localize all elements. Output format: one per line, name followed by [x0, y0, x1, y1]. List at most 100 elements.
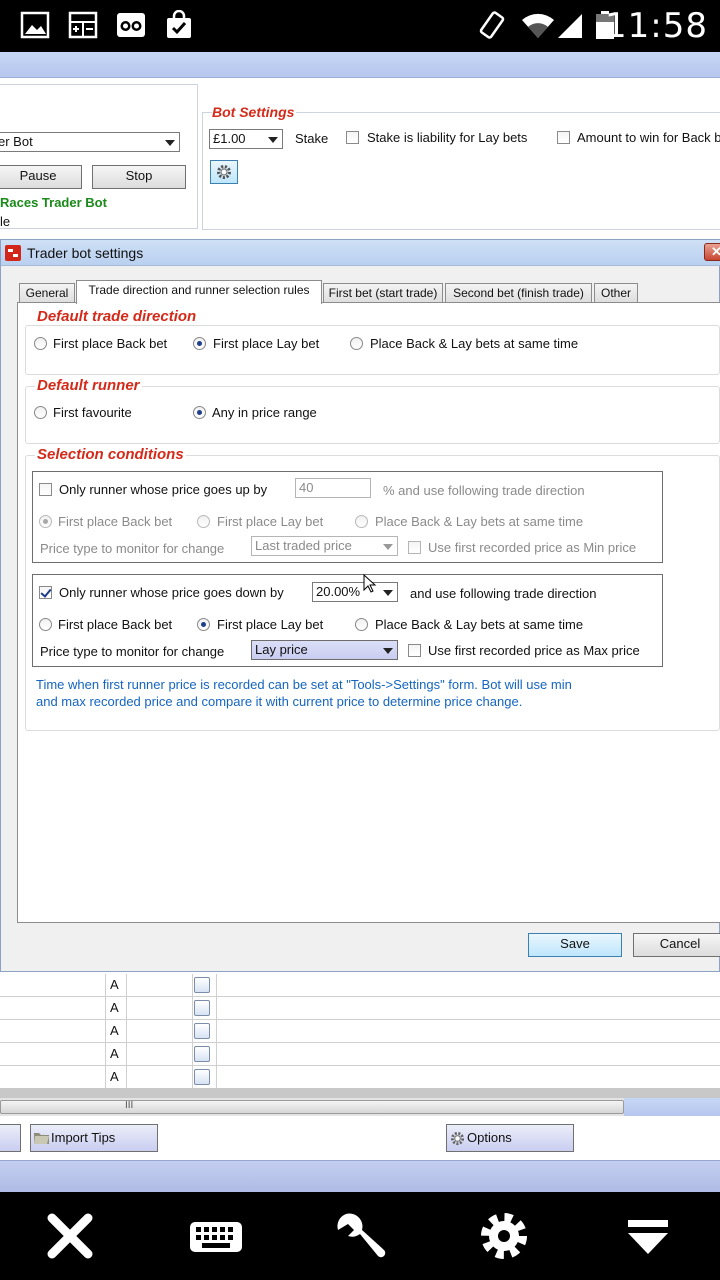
- grid-row-checkbox[interactable]: [194, 1046, 210, 1062]
- gear-icon[interactable]: [476, 1208, 532, 1264]
- tab-trade-direction[interactable]: Trade direction and runner selection rul…: [76, 280, 322, 304]
- grid-row-checkbox[interactable]: [194, 977, 210, 993]
- gallery-icon: [20, 11, 50, 39]
- selection-conditions-title: Selection conditions: [35, 446, 186, 463]
- grid-divider: [212, 1066, 217, 1089]
- grid-cell: [127, 974, 193, 997]
- default-back-radio[interactable]: [34, 337, 47, 350]
- save-button[interactable]: Save: [528, 933, 622, 957]
- down-both-radio[interactable]: [355, 618, 368, 631]
- runner-favourite-radio[interactable]: [34, 406, 47, 419]
- down-price-type-select[interactable]: Lay price: [251, 640, 398, 660]
- up-both-label: Place Back & Lay bets at same time: [375, 514, 584, 529]
- bottom-band: [0, 1160, 720, 1192]
- table-row[interactable]: A: [0, 997, 720, 1020]
- grid-cell: [0, 1020, 106, 1043]
- bot-control-panel: er Bot Pause Stop Races Trader Bot le: [0, 84, 198, 229]
- collapse-down-icon[interactable]: [620, 1208, 676, 1264]
- close-icon[interactable]: [42, 1208, 98, 1264]
- table-row[interactable]: A: [0, 1020, 720, 1043]
- chevron-down-icon: [383, 648, 393, 654]
- tab-general[interactable]: General: [19, 283, 75, 303]
- app-icon: [5, 245, 21, 261]
- options-label: Options: [467, 1130, 512, 1145]
- grid-cell: [127, 1020, 193, 1043]
- keyboard-icon[interactable]: [188, 1208, 244, 1264]
- bot-select[interactable]: er Bot: [0, 132, 180, 152]
- down-first-recorded-label: Use first recorded price as Max price: [428, 643, 640, 658]
- down-lay-label: First place Lay bet: [217, 617, 324, 632]
- runner-price-range-radio[interactable]: [193, 406, 206, 419]
- toolbar-button-partial[interactable]: [0, 1124, 21, 1152]
- down-lay-radio[interactable]: [197, 618, 210, 631]
- pause-button[interactable]: Pause: [0, 165, 82, 189]
- grid-divider: [212, 974, 217, 997]
- trader-bot-settings-dialog: Trader bot settings ✕ General Trade dire…: [0, 239, 720, 972]
- grid-cell-flag: A: [106, 1020, 127, 1043]
- bot-select-value: er Bot: [0, 134, 33, 149]
- options-button[interactable]: Options: [446, 1124, 574, 1152]
- table-row[interactable]: A: [0, 1066, 720, 1089]
- stop-button[interactable]: Stop: [92, 165, 186, 189]
- price-up-input[interactable]: 40: [295, 478, 371, 498]
- grid-cell: [0, 974, 106, 997]
- table-row[interactable]: A: [0, 974, 720, 997]
- default-trade-direction-title: Default trade direction: [35, 308, 199, 325]
- up-price-type-label: Price type to monitor for change: [40, 541, 225, 556]
- bot-settings-button[interactable]: [210, 160, 238, 184]
- grid-row-checkbox[interactable]: [194, 1023, 210, 1039]
- remote-control-bar: [0, 1192, 720, 1280]
- grid-divider: [212, 997, 217, 1020]
- price-down-checkbox[interactable]: [39, 586, 52, 599]
- up-first-recorded-label: Use first recorded price as Min price: [428, 540, 637, 555]
- folder-icon: [34, 1133, 49, 1144]
- up-both-radio[interactable]: [355, 515, 368, 528]
- grid-divider: [212, 1043, 217, 1066]
- grid-cell-flag: A: [106, 997, 127, 1020]
- cancel-button[interactable]: Cancel: [633, 933, 720, 957]
- default-both-radio[interactable]: [350, 337, 363, 350]
- tab-other[interactable]: Other: [594, 283, 638, 303]
- tab-second-bet[interactable]: Second bet (finish trade): [445, 283, 592, 303]
- price-down-select[interactable]: 20.00%: [312, 582, 398, 602]
- stake-select[interactable]: £1.00: [209, 129, 283, 149]
- default-lay-label: First place Lay bet: [213, 336, 320, 351]
- up-lay-radio[interactable]: [197, 515, 210, 528]
- calculator-icon: [68, 11, 98, 39]
- default-runner-title: Default runner: [35, 377, 142, 394]
- import-tips-button[interactable]: Import Tips: [30, 1124, 158, 1152]
- grid-row-checkbox[interactable]: [194, 1000, 210, 1016]
- price-up-checkbox[interactable]: [39, 483, 52, 496]
- price-down-label: Only runner whose price goes down by: [59, 585, 284, 600]
- bot-name: Races Trader Bot: [0, 195, 107, 210]
- top-area: er Bot Pause Stop Races Trader Bot le Bo…: [0, 78, 720, 238]
- close-button[interactable]: ✕: [704, 243, 720, 261]
- runner-price-range-label: Any in price range: [212, 405, 317, 420]
- info-line-2: and max recorded price and compare it wi…: [36, 694, 523, 709]
- price-down-suffix: and use following trade direction: [410, 586, 597, 601]
- grid-cell: [0, 997, 106, 1020]
- default-lay-radio[interactable]: [193, 337, 206, 350]
- grid-row-checkbox[interactable]: [194, 1069, 210, 1085]
- table-row[interactable]: A: [0, 1043, 720, 1066]
- liability-checkbox[interactable]: [346, 131, 359, 144]
- down-back-radio[interactable]: [39, 618, 52, 631]
- scrollbar-thumb[interactable]: III: [0, 1100, 624, 1114]
- gear-icon: [217, 165, 231, 179]
- horizontal-scrollbar[interactable]: III: [0, 1098, 720, 1116]
- up-back-radio[interactable]: [39, 515, 52, 528]
- scrollbar-track-end: [624, 1098, 720, 1116]
- up-first-recorded-checkbox[interactable]: [408, 541, 421, 554]
- up-price-type-select[interactable]: Last traded price: [251, 536, 398, 556]
- down-first-recorded-checkbox[interactable]: [408, 644, 421, 657]
- price-up-suffix: % and use following trade direction: [383, 483, 585, 498]
- scrollbar-grip: III: [125, 1100, 134, 1111]
- wrench-icon[interactable]: [332, 1208, 388, 1264]
- tab-first-bet[interactable]: First bet (start trade): [323, 283, 443, 303]
- price-up-label: Only runner whose price goes up by: [59, 482, 268, 497]
- price-down-value: 20.00%: [316, 584, 361, 599]
- top-band: [0, 52, 720, 78]
- info-line-1: Time when first runner price is recorded…: [36, 677, 572, 692]
- grid-divider: [212, 1020, 217, 1043]
- amount-to-win-checkbox[interactable]: [557, 131, 570, 144]
